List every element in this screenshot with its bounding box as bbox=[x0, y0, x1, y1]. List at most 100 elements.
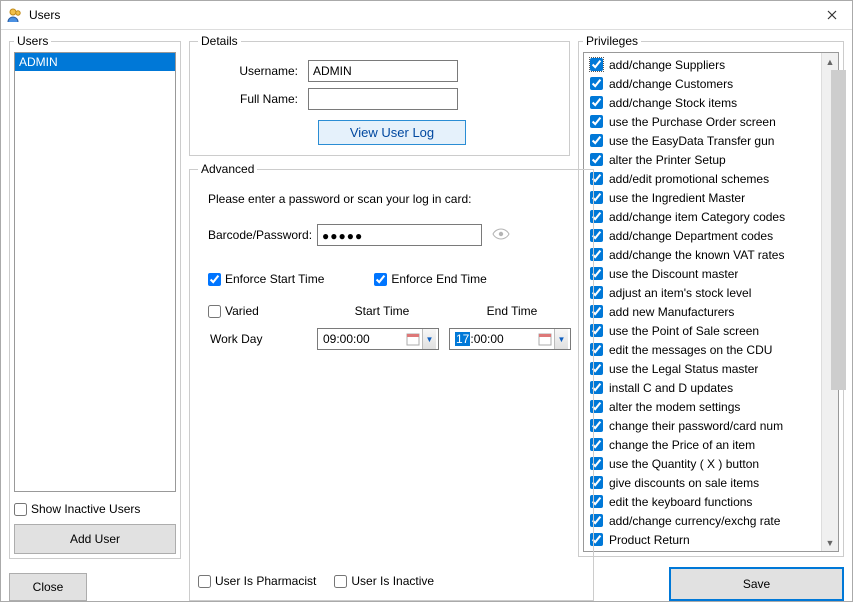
users-list[interactable]: ADMIN bbox=[14, 52, 176, 492]
privileges-list[interactable]: add/change Suppliers add/change Customers… bbox=[584, 53, 821, 551]
barcode-row: Barcode/Password: ●●●●● bbox=[202, 224, 581, 246]
chevron-down-icon[interactable]: ▼ bbox=[554, 329, 568, 349]
scroll-up-icon[interactable]: ▲ bbox=[822, 53, 838, 70]
chevron-down-icon[interactable]: ▼ bbox=[422, 329, 436, 349]
enforce-start-checkbox[interactable] bbox=[208, 273, 221, 286]
privilege-label: add/change Stock items bbox=[609, 96, 737, 110]
barcode-field[interactable]: ●●●●● bbox=[317, 224, 482, 246]
privilege-item[interactable]: use the Quantity ( X ) button bbox=[584, 454, 821, 473]
titlebar: Users bbox=[1, 1, 852, 30]
advanced-legend: Advanced bbox=[198, 162, 257, 176]
view-user-log-button[interactable]: View User Log bbox=[318, 120, 466, 145]
scroll-down-icon[interactable]: ▼ bbox=[822, 534, 838, 551]
fullname-label: Full Name: bbox=[198, 92, 308, 106]
privilege-label: alter the modem settings bbox=[609, 400, 740, 414]
fullname-field[interactable] bbox=[308, 88, 458, 110]
end-time-picker[interactable]: 17:00:00 ▼ bbox=[449, 328, 571, 350]
username-field[interactable] bbox=[308, 60, 458, 82]
end-time-value: 17:00:00 bbox=[455, 332, 538, 346]
enforce-start-row[interactable]: Enforce Start Time bbox=[208, 272, 324, 286]
privilege-item[interactable]: add/change the known VAT rates bbox=[584, 245, 821, 264]
user-is-pharmacist-checkbox[interactable] bbox=[198, 575, 211, 588]
privilege-label: add/change item Category codes bbox=[609, 210, 785, 224]
enforce-end-label: Enforce End Time bbox=[391, 272, 486, 286]
privilege-item[interactable]: use the Legal Status master bbox=[584, 359, 821, 378]
advanced-fieldset: Advanced Please enter a password or scan… bbox=[189, 162, 594, 601]
privilege-label: change the Price of an item bbox=[609, 438, 755, 452]
privilege-checkbox[interactable] bbox=[590, 77, 603, 90]
privilege-checkbox[interactable] bbox=[590, 115, 603, 128]
barcode-label: Barcode/Password: bbox=[202, 228, 317, 242]
reveal-password-icon[interactable] bbox=[492, 228, 510, 242]
show-inactive-label: Show Inactive Users bbox=[31, 502, 140, 516]
privilege-label: use the Quantity ( X ) button bbox=[609, 457, 759, 471]
privilege-item[interactable]: alter the Printer Setup bbox=[584, 150, 821, 169]
privilege-item[interactable]: add/change item Category codes bbox=[584, 207, 821, 226]
user-is-pharmacist-row[interactable]: User Is Pharmacist bbox=[198, 574, 316, 588]
start-time-picker[interactable]: 09:00:00 ▼ bbox=[317, 328, 439, 350]
window-close-button[interactable] bbox=[812, 1, 852, 29]
privilege-item[interactable]: edit the keyboard functions bbox=[584, 492, 821, 511]
privilege-label: give discounts on sale items bbox=[609, 476, 759, 490]
bottom-checks: User Is Pharmacist User Is Inactive bbox=[198, 570, 434, 592]
privilege-item[interactable]: use the EasyData Transfer gun bbox=[584, 131, 821, 150]
privilege-item[interactable]: add/change Customers bbox=[584, 74, 821, 93]
privilege-label: add/edit promotional schemes bbox=[609, 172, 769, 186]
privilege-item[interactable]: use the Ingredient Master bbox=[584, 188, 821, 207]
varied-row[interactable]: Varied bbox=[208, 304, 259, 318]
show-inactive-checkbox[interactable] bbox=[14, 503, 27, 516]
enforce-end-checkbox[interactable] bbox=[374, 273, 387, 286]
user-is-inactive-checkbox[interactable] bbox=[334, 575, 347, 588]
end-time-header: End Time bbox=[447, 304, 577, 318]
close-button[interactable]: Close bbox=[9, 573, 87, 601]
privilege-item[interactable]: add/edit promotional schemes bbox=[584, 169, 821, 188]
user-is-inactive-row[interactable]: User Is Inactive bbox=[334, 574, 434, 588]
show-inactive-row[interactable]: Show Inactive Users bbox=[14, 502, 176, 516]
privilege-item[interactable]: install C and D updates bbox=[584, 378, 821, 397]
details-fieldset: Details Username: Full Name: View User L… bbox=[189, 34, 570, 156]
privilege-item[interactable]: use the Purchase Order screen bbox=[584, 112, 821, 131]
fullname-row: Full Name: bbox=[198, 88, 561, 110]
calendar-icon bbox=[538, 332, 552, 346]
privilege-item[interactable]: add/change Suppliers bbox=[584, 55, 821, 74]
privilege-item[interactable]: add/change Department codes bbox=[584, 226, 821, 245]
add-user-button[interactable]: Add User bbox=[14, 524, 176, 554]
privilege-label: add/change Customers bbox=[609, 77, 733, 91]
work-day-label: Work Day bbox=[202, 332, 317, 346]
user-list-item[interactable]: ADMIN bbox=[15, 53, 175, 71]
username-label: Username: bbox=[198, 64, 308, 78]
save-button[interactable]: Save bbox=[669, 567, 844, 601]
privilege-item[interactable]: change the Price of an item bbox=[584, 435, 821, 454]
privilege-item[interactable]: add new Manufacturers bbox=[584, 302, 821, 321]
privilege-label: change their password/card num bbox=[609, 419, 783, 433]
start-time-header: Start Time bbox=[317, 304, 447, 318]
privilege-checkbox[interactable] bbox=[590, 58, 603, 71]
privilege-item[interactable]: Product Return bbox=[584, 530, 821, 549]
privilege-label: use the Legal Status master bbox=[609, 362, 758, 376]
privilege-label: adjust an item's stock level bbox=[609, 286, 751, 300]
privilege-item[interactable]: use the Discount master bbox=[584, 264, 821, 283]
varied-checkbox[interactable] bbox=[208, 305, 221, 318]
privileges-scrollbar[interactable]: ▲ ▼ bbox=[821, 53, 838, 551]
left-column: Users ADMIN Show Inactive Users Add User… bbox=[9, 34, 181, 601]
username-row: Username: bbox=[198, 60, 561, 82]
users-fieldset: Users ADMIN Show Inactive Users Add User bbox=[9, 34, 181, 559]
privilege-item[interactable]: alter the modem settings bbox=[584, 397, 821, 416]
privilege-item[interactable]: give discounts on sale items bbox=[584, 473, 821, 492]
privilege-label: install C and D updates bbox=[609, 381, 733, 395]
advanced-hint: Please enter a password or scan your log… bbox=[208, 192, 581, 206]
user-is-pharmacist-label: User Is Pharmacist bbox=[215, 574, 316, 588]
privileges-fieldset: Privileges add/change Suppliersadd/chang… bbox=[578, 34, 844, 557]
privilege-checkbox[interactable] bbox=[590, 96, 603, 109]
privilege-item[interactable]: add/change currency/exchg rate bbox=[584, 511, 821, 530]
privilege-checkbox[interactable] bbox=[590, 134, 603, 147]
enforce-end-row[interactable]: Enforce End Time bbox=[374, 272, 486, 286]
privilege-item[interactable]: edit the messages on the CDU bbox=[584, 340, 821, 359]
right-column: Privileges add/change Suppliersadd/chang… bbox=[578, 34, 844, 601]
privilege-item[interactable]: add/change Stock items bbox=[584, 93, 821, 112]
privilege-item[interactable]: use the Point of Sale screen bbox=[584, 321, 821, 340]
privilege-item[interactable]: adjust an item's stock level bbox=[584, 283, 821, 302]
privilege-label: add/change currency/exchg rate bbox=[609, 514, 780, 528]
privilege-item[interactable]: change their password/card num bbox=[584, 416, 821, 435]
scroll-thumb[interactable] bbox=[831, 70, 846, 390]
